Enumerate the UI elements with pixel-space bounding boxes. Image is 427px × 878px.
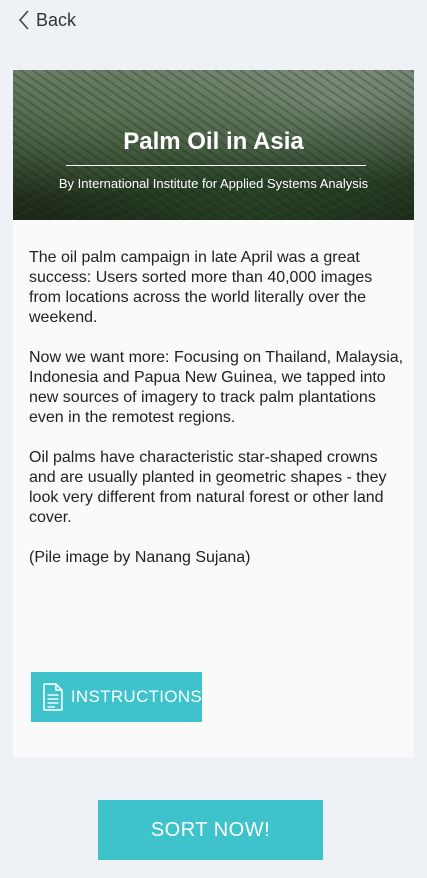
project-card: Palm Oil in Asia By International Instit… [13, 70, 414, 758]
project-title: Palm Oil in Asia [123, 128, 304, 155]
chevron-left-icon [18, 10, 29, 30]
top-bar: Back [0, 0, 427, 44]
document-icon [43, 683, 63, 711]
description-paragraph: Oil palms have characteristic star-shape… [29, 449, 387, 526]
title-divider [66, 165, 366, 166]
description-paragraph: The oil palm campaign in late April was … [29, 249, 373, 326]
instructions-button[interactable]: INSTRUCTIONS [31, 672, 202, 722]
image-credit: (Pile image by Nanang Sujana) [29, 549, 251, 566]
project-description: The oil palm campaign in late April was … [29, 248, 405, 588]
hero-image: Palm Oil in Asia By International Instit… [13, 70, 414, 220]
instructions-label: INSTRUCTIONS [70, 687, 202, 706]
description-paragraph: Now we want more: Focusing on Thailand, … [29, 349, 404, 426]
back-label: Back [36, 9, 77, 30]
sort-now-button[interactable]: SORT NOW! [98, 800, 323, 860]
back-button[interactable]: Back [18, 9, 76, 31]
project-subtitle: By International Institute for Applied S… [58, 176, 369, 191]
